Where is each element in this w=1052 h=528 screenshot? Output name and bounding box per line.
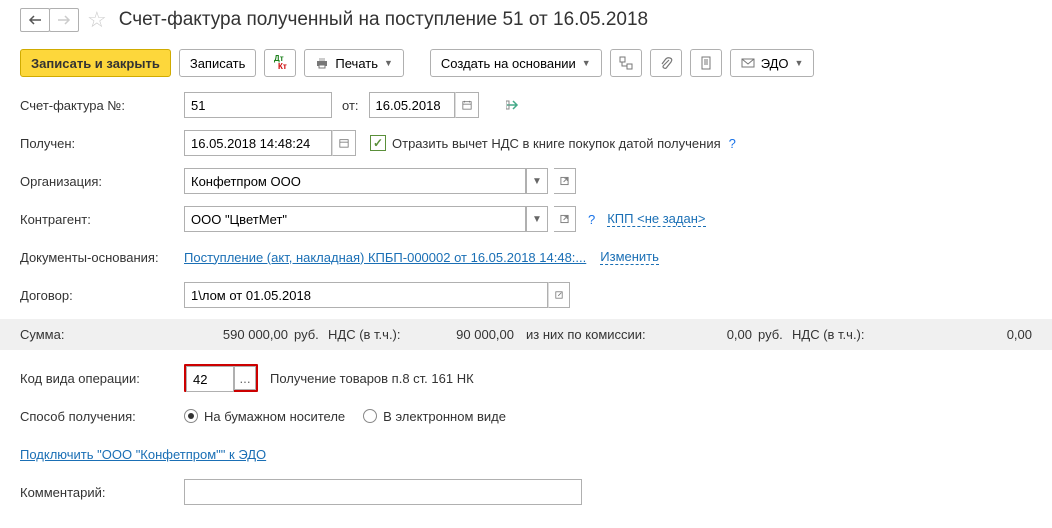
radio-checked-icon bbox=[184, 409, 198, 423]
counterparty-label: Контрагент: bbox=[20, 212, 184, 227]
create-based-button[interactable]: Создать на основании ▼ bbox=[430, 49, 602, 77]
comment-label: Комментарий: bbox=[20, 485, 184, 500]
vat-checkbox[interactable]: ✓ Отразить вычет НДС в книге покупок дат… bbox=[370, 135, 721, 151]
sum-value: 590 000,00 bbox=[184, 327, 288, 342]
org-open-button[interactable] bbox=[554, 168, 576, 194]
open-icon bbox=[555, 290, 563, 300]
open-icon bbox=[560, 176, 569, 186]
op-code-select-button[interactable]: ... bbox=[234, 366, 256, 390]
received-input[interactable] bbox=[184, 130, 332, 156]
attachment-button[interactable] bbox=[650, 49, 682, 77]
kpp-link[interactable]: КПП <не задан> bbox=[607, 211, 705, 227]
nav-forward-button[interactable] bbox=[49, 8, 79, 32]
commission-value: 0,00 bbox=[660, 327, 752, 342]
print-button[interactable]: Печать ▼ bbox=[304, 49, 404, 77]
favorite-star-icon[interactable]: ☆ bbox=[87, 7, 107, 33]
invoice-date-input[interactable] bbox=[369, 92, 455, 118]
org-input[interactable] bbox=[184, 168, 526, 194]
counterparty-dropdown-button[interactable]: ▼ bbox=[526, 206, 548, 232]
op-code-desc: Получение товаров п.8 ст. 161 НК bbox=[270, 371, 474, 386]
radio-icon bbox=[363, 409, 377, 423]
comment-input[interactable] bbox=[184, 479, 582, 505]
edo-button[interactable]: ЭДО ▼ bbox=[730, 49, 815, 77]
received-label: Получен: bbox=[20, 136, 184, 151]
chevron-down-icon: ▼ bbox=[795, 58, 804, 68]
mode-paper-radio[interactable]: На бумажном носителе bbox=[184, 409, 345, 424]
vat2-label: НДС (в т.ч.): bbox=[792, 327, 878, 342]
structure-icon bbox=[619, 56, 633, 70]
arrow-right-icon bbox=[506, 99, 520, 111]
dtkt-icon: ДтКт bbox=[274, 55, 287, 71]
connect-edo-link[interactable]: Подключить "ООО "Конфетпром"" к ЭДО bbox=[20, 447, 266, 462]
basis-label: Документы-основания: bbox=[20, 250, 184, 265]
page-title: Счет-фактура полученный на поступление 5… bbox=[119, 9, 648, 31]
vat2-value: 0,00 bbox=[878, 327, 1032, 342]
contract-label: Договор: bbox=[20, 288, 184, 303]
op-code-input[interactable] bbox=[186, 366, 234, 392]
vat-label: НДС (в т.ч.): bbox=[328, 327, 414, 342]
paperclip-icon bbox=[659, 56, 673, 70]
calendar-button-2[interactable] bbox=[332, 130, 356, 156]
vat-value: 90 000,00 bbox=[414, 327, 514, 342]
document-icon bbox=[699, 56, 713, 70]
help-icon[interactable]: ? bbox=[729, 136, 736, 151]
currency-2: руб. bbox=[752, 327, 792, 342]
help-icon-2[interactable]: ? bbox=[588, 212, 595, 227]
op-code-label: Код вида операции: bbox=[20, 371, 184, 386]
calendar-icon bbox=[339, 137, 349, 149]
currency: руб. bbox=[288, 327, 328, 342]
basis-link[interactable]: Поступление (акт, накладная) КПБП-000002… bbox=[184, 250, 586, 265]
org-dropdown-button[interactable]: ▼ bbox=[526, 168, 548, 194]
save-button[interactable]: Записать bbox=[179, 49, 257, 77]
calendar-icon bbox=[462, 99, 472, 111]
commission-label: из них по комиссии: bbox=[514, 327, 660, 342]
edo-icon bbox=[741, 56, 755, 70]
invoice-no-input[interactable] bbox=[184, 92, 332, 118]
invoice-no-label: Счет-фактура №: bbox=[20, 98, 184, 113]
chevron-down-icon: ▼ bbox=[384, 58, 393, 68]
mode-electronic-radio[interactable]: В электронном виде bbox=[363, 409, 506, 424]
contract-input[interactable] bbox=[184, 282, 548, 308]
sum-label: Сумма: bbox=[20, 327, 184, 342]
counterparty-open-button[interactable] bbox=[554, 206, 576, 232]
open-icon bbox=[560, 214, 569, 224]
extra-action-button[interactable] bbox=[497, 91, 529, 119]
save-close-button[interactable]: Записать и закрыть bbox=[20, 49, 171, 77]
structure-button[interactable] bbox=[610, 49, 642, 77]
chevron-down-icon: ▼ bbox=[582, 58, 591, 68]
org-label: Организация: bbox=[20, 174, 184, 189]
calendar-button[interactable] bbox=[455, 92, 479, 118]
receive-mode-label: Способ получения: bbox=[20, 409, 184, 424]
counterparty-input[interactable] bbox=[184, 206, 526, 232]
nav-back-button[interactable] bbox=[20, 8, 50, 32]
check-icon: ✓ bbox=[370, 135, 386, 151]
dtkt-button[interactable]: ДтКт bbox=[264, 49, 296, 77]
printer-icon bbox=[315, 56, 329, 70]
from-label: от: bbox=[342, 98, 359, 113]
contract-open-button[interactable] bbox=[548, 282, 570, 308]
change-link[interactable]: Изменить bbox=[600, 249, 659, 265]
document-button[interactable] bbox=[690, 49, 722, 77]
